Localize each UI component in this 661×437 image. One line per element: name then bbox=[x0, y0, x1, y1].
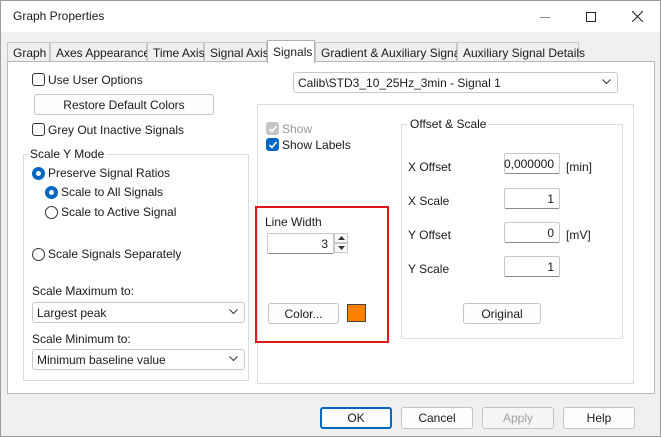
scale-max-value: Largest peak bbox=[37, 306, 107, 320]
graph-properties-window: Graph Properties Graph Axes Appearance T… bbox=[0, 0, 661, 437]
chevron-down-icon bbox=[602, 79, 611, 85]
scale-active-radio[interactable] bbox=[45, 206, 58, 219]
signals-panel: Use User Options Restore Default Colors … bbox=[7, 61, 655, 394]
arrow-up-icon bbox=[337, 236, 345, 240]
show-checkbox[interactable] bbox=[266, 122, 279, 135]
chevron-down-icon bbox=[229, 356, 238, 362]
spin-up-button[interactable] bbox=[334, 233, 348, 243]
y-offset-input[interactable]: 0 bbox=[504, 222, 560, 243]
window-title: Graph Properties bbox=[13, 9, 105, 23]
scale-min-select[interactable]: Minimum baseline value bbox=[32, 349, 245, 370]
tab-signal-axis[interactable]: Signal Axis bbox=[204, 42, 269, 62]
minimize-button[interactable] bbox=[522, 1, 568, 32]
signal-select[interactable]: Calib\STD3_10_25Hz_3min - Signal 1 bbox=[293, 72, 618, 93]
y-offset-unit: [mV] bbox=[566, 228, 591, 242]
scale-all-label: Scale to All Signals bbox=[61, 185, 164, 199]
minimize-icon bbox=[540, 16, 550, 18]
x-offset-value: 0,000000 bbox=[503, 157, 554, 171]
restore-default-colors-button[interactable]: Restore Default Colors bbox=[34, 94, 214, 115]
maximize-icon bbox=[586, 11, 596, 22]
checkmark-icon bbox=[268, 141, 278, 149]
tab-graph[interactable]: Graph bbox=[7, 42, 50, 62]
cancel-button[interactable]: Cancel bbox=[401, 407, 473, 429]
tab-gradient-auxiliary[interactable]: Gradient & Auxiliary Signals bbox=[315, 42, 469, 62]
use-user-options-label: Use User Options bbox=[48, 73, 143, 87]
show-label: Show bbox=[282, 122, 313, 136]
grey-out-label: Grey Out Inactive Signals bbox=[48, 123, 185, 137]
x-scale-value: 1 bbox=[547, 192, 554, 206]
x-scale-input[interactable]: 1 bbox=[504, 188, 560, 209]
signal-select-value: Calib\STD3_10_25Hz_3min - Signal 1 bbox=[298, 76, 501, 90]
preserve-ratios-label: Preserve Signal Ratios bbox=[48, 166, 171, 180]
y-scale-input[interactable]: 1 bbox=[504, 256, 560, 277]
tab-signals[interactable]: Signals bbox=[267, 40, 315, 63]
maximize-button[interactable] bbox=[568, 1, 614, 32]
title-bar: Graph Properties bbox=[1, 1, 660, 32]
original-button[interactable]: Original bbox=[463, 303, 541, 324]
x-offset-label: X Offset bbox=[408, 160, 452, 174]
x-scale-label: X Scale bbox=[408, 194, 450, 208]
scale-separately-label: Scale Signals Separately bbox=[48, 247, 182, 261]
scale-all-radio[interactable] bbox=[45, 186, 58, 199]
tab-auxiliary-signal-details[interactable]: Auxiliary Signal Details bbox=[457, 42, 585, 62]
close-icon bbox=[631, 11, 643, 22]
apply-button[interactable]: Apply bbox=[482, 407, 554, 429]
color-button[interactable]: Color... bbox=[268, 303, 339, 324]
show-labels-checkbox[interactable] bbox=[266, 138, 279, 151]
ok-button[interactable]: OK bbox=[320, 407, 392, 429]
y-offset-label: Y Offset bbox=[408, 228, 451, 242]
spin-down-button[interactable] bbox=[334, 243, 348, 253]
line-width-input[interactable]: 3 bbox=[267, 233, 334, 254]
arrow-down-icon bbox=[337, 246, 345, 250]
scale-separately-radio[interactable] bbox=[32, 248, 45, 261]
show-labels-label: Show Labels bbox=[282, 138, 351, 152]
scale-active-label: Scale to Active Signal bbox=[61, 205, 177, 219]
scale-max-label: Scale Maximum to: bbox=[32, 284, 135, 298]
tab-time-axis[interactable]: Time Axis bbox=[147, 42, 205, 62]
x-offset-input[interactable]: 0,000000 bbox=[504, 153, 560, 174]
chevron-down-icon bbox=[229, 309, 238, 315]
y-scale-value: 1 bbox=[547, 260, 554, 274]
x-offset-unit: [min] bbox=[566, 160, 593, 174]
preserve-ratios-radio[interactable] bbox=[32, 167, 45, 180]
scale-min-value: Minimum baseline value bbox=[37, 353, 166, 367]
line-width-spinner[interactable] bbox=[334, 233, 348, 254]
line-width-label: Line Width bbox=[265, 215, 322, 229]
line-width-value: 3 bbox=[321, 237, 328, 251]
offset-scale-title: Offset & Scale bbox=[408, 117, 489, 131]
y-offset-value: 0 bbox=[547, 226, 554, 240]
close-button[interactable] bbox=[614, 1, 660, 32]
grey-out-checkbox[interactable] bbox=[32, 123, 45, 136]
color-swatch[interactable] bbox=[347, 304, 366, 322]
use-user-options-checkbox[interactable] bbox=[32, 73, 45, 86]
y-scale-label: Y Scale bbox=[408, 262, 450, 276]
tab-axes-appearance[interactable]: Axes Appearance bbox=[50, 42, 150, 62]
help-button[interactable]: Help bbox=[563, 407, 635, 429]
scale-y-mode-title: Scale Y Mode bbox=[28, 147, 107, 161]
checkmark-icon bbox=[268, 125, 278, 133]
scale-max-select[interactable]: Largest peak bbox=[32, 302, 245, 323]
scale-min-label: Scale Minimum to: bbox=[32, 332, 131, 346]
